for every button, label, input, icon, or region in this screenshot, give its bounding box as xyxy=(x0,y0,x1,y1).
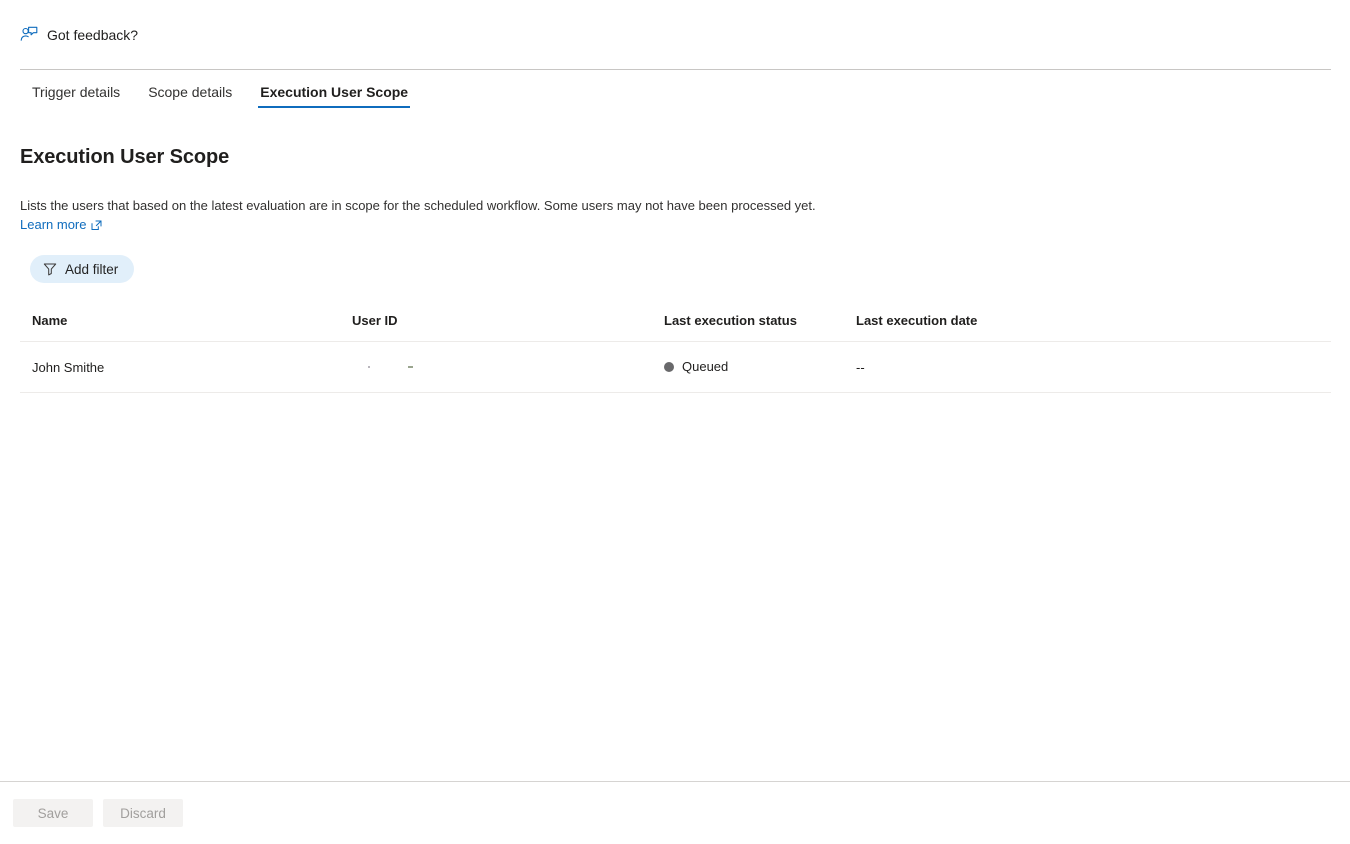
tab-list: Trigger details Scope details Execution … xyxy=(0,70,1350,108)
add-filter-label: Add filter xyxy=(65,261,119,277)
status-badge: Queued xyxy=(664,359,728,374)
column-header-name[interactable]: Name xyxy=(20,313,352,342)
column-header-last-execution-date[interactable]: Last execution date xyxy=(856,313,1331,342)
cell-user-id xyxy=(352,341,664,393)
got-feedback-label: Got feedback? xyxy=(47,27,139,43)
page-description: Lists the users that based on the latest… xyxy=(20,198,816,213)
status-label: Queued xyxy=(682,359,729,375)
got-feedback-link[interactable]: Got feedback? xyxy=(20,26,138,44)
tab-trigger-details[interactable]: Trigger details xyxy=(18,85,134,108)
open-in-new-icon xyxy=(91,219,102,230)
learn-more-link[interactable]: Learn more xyxy=(20,217,102,232)
redacted-user-id xyxy=(352,362,512,372)
footer-action-bar: Save Discard xyxy=(0,781,1350,844)
column-header-last-execution-status[interactable]: Last execution status xyxy=(664,313,856,342)
cell-name: John Smithe xyxy=(20,341,352,393)
tab-scope-details[interactable]: Scope details xyxy=(134,85,246,108)
table-header-row: Name User ID Last execution status Last … xyxy=(20,313,1331,342)
page-title: Execution User Scope xyxy=(20,146,230,168)
feedback-bar: Got feedback? xyxy=(0,0,1350,70)
person-feedback-icon xyxy=(20,26,38,44)
execution-user-scope-table: Name User ID Last execution status Last … xyxy=(20,283,1331,393)
table-row[interactable]: John Smithe Queued -- xyxy=(20,341,1331,393)
cell-last-execution-status: Queued xyxy=(664,341,856,393)
learn-more-label: Learn more xyxy=(20,217,87,232)
tab-execution-user-scope[interactable]: Execution User Scope xyxy=(246,85,422,108)
cell-last-execution-date: -- xyxy=(856,341,1331,393)
status-dot-icon xyxy=(664,361,674,372)
save-button[interactable]: Save xyxy=(13,799,93,827)
discard-button[interactable]: Discard xyxy=(103,799,183,827)
main-content: Execution User Scope Lists the users tha… xyxy=(0,108,1350,393)
add-filter-button[interactable]: Add filter xyxy=(30,255,135,283)
funnel-icon xyxy=(43,262,57,276)
column-header-user-id[interactable]: User ID xyxy=(352,313,664,342)
filter-bar: Add filter xyxy=(20,234,1330,283)
